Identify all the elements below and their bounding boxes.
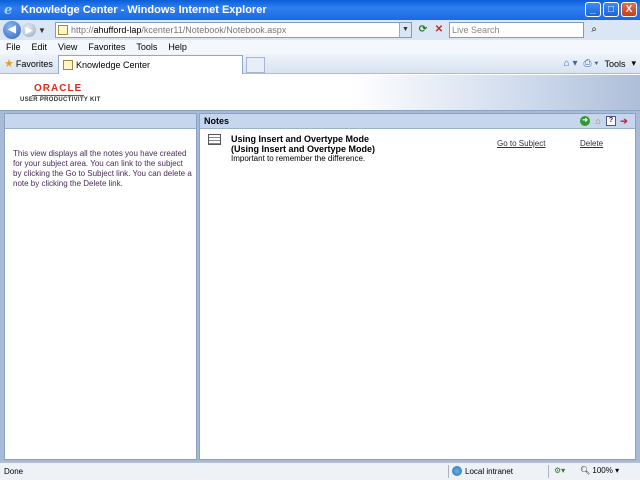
menu-help[interactable]: Help <box>168 42 187 52</box>
menu-view[interactable]: View <box>58 42 77 52</box>
close-button[interactable]: X <box>621 2 637 17</box>
page-icon <box>63 60 73 70</box>
favorites-button[interactable]: ★ Favorites <box>4 57 53 70</box>
product-name: USER PRODUCTIVITY KIT <box>20 97 101 103</box>
status-bar: Done Local intranet ⚙▾ 🔍︎ 100% ▾ <box>0 462 640 480</box>
zone-label: Local intranet <box>465 466 514 476</box>
page-header: ORACLE USER PRODUCTIVITY KIT <box>0 75 640 111</box>
zoom-icon: 🔍︎ <box>580 466 591 475</box>
url-host: ahufford-lap <box>93 25 142 35</box>
address-dropdown-icon[interactable]: ▼ <box>399 23 411 37</box>
internet-explorer-icon: e <box>4 2 13 18</box>
delete-link[interactable]: Delete <box>580 139 603 148</box>
oracle-logo: ORACLE <box>32 83 85 96</box>
left-pane-header <box>5 114 196 129</box>
window-titlebar: e Knowledge Center - Windows Internet Ex… <box>0 0 640 20</box>
status-separator <box>448 465 449 478</box>
menu-edit[interactable]: Edit <box>32 42 48 52</box>
command-bar: ⌂ ▾ ⎙ ▾ Tools ▾ <box>564 58 636 69</box>
notes-description: This view displays all the notes you hav… <box>13 149 192 188</box>
refresh-icon[interactable]: ⟳ <box>416 23 430 37</box>
left-pane: This view displays all the notes you hav… <box>4 113 197 460</box>
zoom-level: 100% <box>592 466 613 475</box>
history-dropdown-icon[interactable]: ▼ <box>38 26 46 35</box>
home-icon[interactable]: ⌂ <box>593 116 603 126</box>
page-icon <box>58 25 68 35</box>
tools-button[interactable]: Tools <box>604 59 625 69</box>
note-title: Using Insert and Overtype Mode <box>231 134 370 144</box>
go-icon[interactable]: ➜ <box>580 116 590 126</box>
note-subject: (Using Insert and Overtype Mode) <box>231 144 376 154</box>
menu-bar: File Edit View Favorites Tools Help <box>0 40 640 54</box>
menu-file[interactable]: File <box>6 42 21 52</box>
notes-heading: Notes <box>204 116 230 126</box>
notes-header: Notes ➜ ⌂ ? ➔ <box>200 114 635 129</box>
address-toolbar: ◀ ▶ ▼ http://ahufford-lap/kcenter11/Note… <box>0 20 640 40</box>
menu-favorites[interactable]: Favorites <box>88 42 125 52</box>
zoom-control[interactable]: 🔍︎ 100% ▾ <box>580 466 619 475</box>
window-title: Knowledge Center - Windows Internet Expl… <box>21 4 267 16</box>
tab-knowledge-center[interactable]: Knowledge Center <box>58 55 243 74</box>
search-placeholder: Live Search <box>452 25 500 35</box>
status-text: Done <box>4 467 24 476</box>
address-input[interactable]: http://ahufford-lap/kcenter11/Notebook/N… <box>55 22 412 38</box>
notes-toolbar: ➜ ⌂ ? ➔ <box>580 116 629 126</box>
note-text: Important to remember the difference. <box>231 154 366 163</box>
zoom-dropdown-icon: ▾ <box>615 466 620 475</box>
print-icon[interactable]: ⎙ ▾ <box>583 58 598 69</box>
home-icon[interactable]: ⌂ ▾ <box>564 58 578 69</box>
notes-pane: Notes ➜ ⌂ ? ➔ Using Insert and Overtype … <box>199 113 636 460</box>
tab-label: Knowledge Center <box>76 60 151 70</box>
star-icon: ★ <box>4 58 14 70</box>
forward-button[interactable]: ▶ <box>22 23 36 37</box>
tab-bar: ★ Favorites Knowledge Center ⌂ ▾ ⎙ ▾ Too… <box>0 54 640 74</box>
tools-dropdown-icon[interactable]: ▾ <box>631 58 636 69</box>
favorites-label: Favorites <box>15 58 53 69</box>
back-button[interactable]: ◀ <box>3 21 21 39</box>
protected-mode-icon[interactable]: ⚙▾ <box>554 466 565 475</box>
security-zone[interactable]: Local intranet <box>452 466 513 476</box>
content-area: This view displays all the notes you hav… <box>0 111 640 462</box>
window-controls: _ □ X <box>585 2 637 17</box>
search-input[interactable]: Live Search <box>449 22 584 38</box>
url-path: /kcenter11/Notebook/Notebook.aspx <box>141 25 287 35</box>
new-tab-button[interactable] <box>246 57 265 73</box>
globe-icon <box>452 466 462 476</box>
stop-icon[interactable]: ✕ <box>432 23 446 37</box>
exit-icon[interactable]: ➔ <box>619 116 629 126</box>
help-icon[interactable]: ? <box>606 116 616 126</box>
status-separator <box>548 465 549 478</box>
url-prefix: http:// <box>71 25 94 35</box>
maximize-button[interactable]: □ <box>603 2 619 17</box>
search-icon[interactable]: ⌕ <box>587 23 601 37</box>
menu-tools[interactable]: Tools <box>136 42 157 52</box>
notebook-icon <box>208 134 221 145</box>
minimize-button[interactable]: _ <box>585 2 601 17</box>
go-to-subject-link[interactable]: Go to Subject <box>497 139 545 148</box>
